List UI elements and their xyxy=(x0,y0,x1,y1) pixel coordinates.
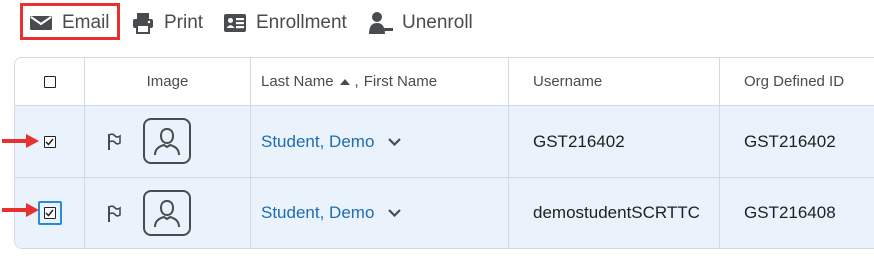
table-row: Student, Demo GST216402 GST216402 xyxy=(15,106,874,177)
row-select-cell xyxy=(15,106,85,177)
row-checkbox[interactable] xyxy=(43,135,56,148)
sort-first-name-link[interactable]: First Name xyxy=(364,73,437,90)
chevron-down-icon[interactable] xyxy=(388,137,402,146)
unenroll-icon xyxy=(368,10,394,36)
flag-icon[interactable] xyxy=(107,133,121,156)
enrollment-label: Enrollment xyxy=(256,12,347,33)
name-group: Student, Demo xyxy=(261,203,402,223)
column-header-name: Last Name , First Name xyxy=(251,58,509,105)
row-org-id: GST216402 xyxy=(744,131,836,151)
enrollment-button[interactable]: Enrollment xyxy=(222,8,347,38)
email-icon xyxy=(28,10,54,36)
email-label: Email xyxy=(62,12,110,33)
row-image-cell xyxy=(85,178,251,248)
row-org-id: GST216408 xyxy=(744,203,836,222)
enrollment-icon xyxy=(222,10,248,36)
row-checkbox[interactable] xyxy=(43,207,56,219)
select-all-checkbox[interactable] xyxy=(43,75,56,88)
student-name-link[interactable]: Student, Demo xyxy=(261,132,374,152)
chevron-down-icon[interactable] xyxy=(388,209,402,217)
name-header-group: Last Name , First Name xyxy=(261,73,437,90)
unenroll-label: Unenroll xyxy=(402,12,473,33)
toolbar: Email Print Enrollment Unenroll xyxy=(0,0,874,48)
email-button[interactable]: Email xyxy=(28,8,110,38)
row-name-cell: Student, Demo xyxy=(251,178,509,248)
print-label: Print xyxy=(164,12,204,33)
row-image-cell xyxy=(85,106,251,177)
row-username: demostudentSCRTTC xyxy=(509,178,720,248)
student-name-link[interactable]: Student, Demo xyxy=(261,203,374,223)
table-header-row: Image Last Name , First Name Username Or… xyxy=(15,58,874,106)
classlist-table: Image Last Name , First Name Username Or… xyxy=(14,57,874,249)
column-header-org-id[interactable]: Org Defined ID xyxy=(720,58,874,105)
avatar-icon xyxy=(143,190,191,236)
row-username: GST216402 xyxy=(509,106,720,177)
unenroll-button[interactable]: Unenroll xyxy=(368,8,473,38)
checkbox-focus-ring xyxy=(37,201,62,225)
classlist-page: Email Print Enrollment Unenroll Image La… xyxy=(0,0,874,258)
sort-last-name-link[interactable]: Last Name xyxy=(261,73,334,90)
name-separator: , xyxy=(354,73,359,90)
row-select-cell xyxy=(15,178,85,248)
column-header-username[interactable]: Username xyxy=(509,58,720,105)
print-button[interactable]: Print xyxy=(130,8,203,38)
print-icon xyxy=(130,10,156,36)
sort-up-icon xyxy=(339,78,350,85)
select-all-cell xyxy=(15,58,85,105)
avatar-icon xyxy=(143,118,191,164)
flag-icon[interactable] xyxy=(107,205,121,228)
table-row: Student, Demo demostudentSCRTTC GST21640… xyxy=(15,177,874,248)
column-header-image: Image xyxy=(85,58,251,105)
name-group: Student, Demo xyxy=(261,132,402,152)
row-name-cell: Student, Demo xyxy=(251,106,509,177)
